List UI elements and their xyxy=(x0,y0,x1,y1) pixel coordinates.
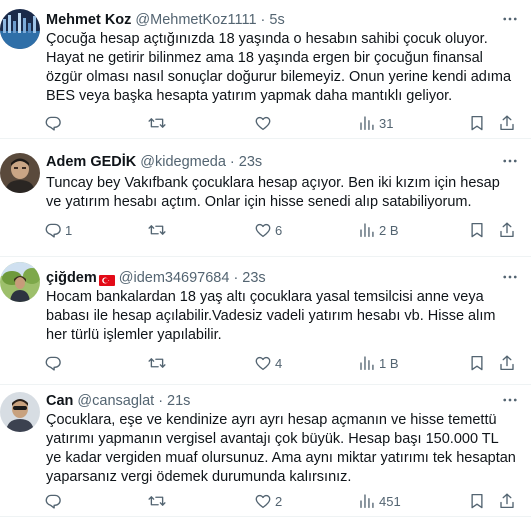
user-handle[interactable]: @cansaglat xyxy=(77,392,154,410)
separator-dot: · xyxy=(229,154,235,170)
timestamp[interactable]: 23s xyxy=(242,269,265,287)
bookmark-button[interactable] xyxy=(468,353,486,373)
tweet-actions: 4 1 B xyxy=(44,353,519,373)
share-button[interactable] xyxy=(498,220,516,240)
tweet[interactable]: Can @cansaglat · 21s Çocuklara, eşe ve k… xyxy=(0,385,531,517)
bookmark-button[interactable] xyxy=(468,113,486,133)
share-button[interactable] xyxy=(498,113,516,133)
share-icon xyxy=(498,114,516,132)
like-icon xyxy=(254,354,272,372)
share-icon xyxy=(498,221,516,239)
tweet-header: Can @cansaglat · 21s xyxy=(46,392,491,410)
reply-button[interactable]: 1 xyxy=(44,220,72,240)
share-button[interactable] xyxy=(498,353,516,373)
views-button[interactable]: 31 xyxy=(358,113,393,133)
more-icon[interactable] xyxy=(501,152,519,170)
share-icon xyxy=(498,492,516,510)
bookmark-icon xyxy=(468,354,486,372)
bookmark-button[interactable] xyxy=(468,220,486,240)
retweet-icon xyxy=(148,114,166,132)
share-button[interactable] xyxy=(498,491,516,511)
like-button[interactable] xyxy=(254,113,275,133)
reply-count: 1 xyxy=(65,222,73,238)
user-handle[interactable]: @idem34697684 xyxy=(119,269,230,287)
tweet-text: Tuncay bey Vakıfbank çocuklara hesap açı… xyxy=(46,175,500,210)
more-icon[interactable] xyxy=(501,10,519,28)
bookmark-button[interactable] xyxy=(468,491,486,511)
display-name[interactable]: Adem GEDİK xyxy=(46,153,136,171)
retweet-icon xyxy=(148,492,166,510)
like-icon xyxy=(254,492,272,510)
bookmark-icon xyxy=(468,114,486,132)
user-handle[interactable]: @kidegmeda xyxy=(140,153,226,171)
retweet-button[interactable] xyxy=(148,353,169,373)
reply-icon xyxy=(44,114,62,132)
tweet-text: Hocam bankalardan 18 yaş altı çocuklara … xyxy=(46,289,496,343)
tweet[interactable]: Mehmet Koz @MehmetKoz1111 · 5s Çocuğa he… xyxy=(0,0,531,139)
display-name[interactable]: Can xyxy=(46,392,73,410)
bookmark-icon xyxy=(468,221,486,239)
tweet[interactable]: Adem GEDİK @kidegmeda · 23s Tuncay bey V… xyxy=(0,139,531,257)
view-count: 2 B xyxy=(379,222,399,238)
like-icon xyxy=(254,221,272,239)
views-button[interactable]: 1 B xyxy=(358,353,399,373)
display-name[interactable]: Mehmet Koz xyxy=(46,11,131,29)
timestamp[interactable]: 5s xyxy=(269,11,284,29)
more-icon[interactable] xyxy=(501,391,519,409)
avatar[interactable] xyxy=(0,9,40,49)
view-count: 1 B xyxy=(379,355,399,371)
retweet-icon xyxy=(148,354,166,372)
display-name[interactable]: çiğdem xyxy=(46,269,97,287)
retweet-button[interactable] xyxy=(148,220,169,240)
user-handle[interactable]: @MehmetKoz1111 xyxy=(135,11,256,29)
like-button[interactable]: 4 xyxy=(254,353,282,373)
tweet-header: Mehmet Koz @MehmetKoz1111 · 5s xyxy=(46,11,491,29)
turkish-flag-icon xyxy=(98,273,115,286)
avatar[interactable] xyxy=(0,262,40,302)
views-icon xyxy=(358,221,376,239)
like-icon xyxy=(254,114,272,132)
reply-icon xyxy=(44,354,62,372)
views-icon xyxy=(358,492,376,510)
tweet-text: Çocuğa hesap açtığınızda 18 yaşında o he… xyxy=(46,31,512,104)
reply-button[interactable] xyxy=(44,113,65,133)
like-count: 2 xyxy=(275,493,283,509)
like-count: 4 xyxy=(275,355,283,371)
reply-feed: Mehmet Koz @MehmetKoz1111 · 5s Çocuğa he… xyxy=(0,0,531,517)
views-button[interactable]: 2 B xyxy=(358,220,399,240)
like-count: 6 xyxy=(275,222,283,238)
reply-icon xyxy=(44,221,62,239)
tweet-actions: 2 451 xyxy=(44,491,519,511)
reply-button[interactable] xyxy=(44,491,65,511)
separator-dot: · xyxy=(260,12,266,28)
timestamp[interactable]: 21s xyxy=(167,392,190,410)
views-button[interactable]: 451 xyxy=(358,491,401,511)
bookmark-icon xyxy=(468,492,486,510)
retweet-button[interactable] xyxy=(148,491,169,511)
tweet-header: çiğdem @idem34697684 · 23s xyxy=(46,269,491,287)
avatar[interactable] xyxy=(0,153,40,193)
view-count: 451 xyxy=(379,493,401,509)
views-icon xyxy=(358,354,376,372)
view-count: 31 xyxy=(379,115,394,131)
like-button[interactable]: 6 xyxy=(254,220,282,240)
like-button[interactable]: 2 xyxy=(254,491,282,511)
tweet[interactable]: çiğdem @idem34697684 · 23s Hocam bankala… xyxy=(0,257,531,385)
share-icon xyxy=(498,354,516,372)
retweet-button[interactable] xyxy=(148,113,169,133)
tweet-actions: 1 6 2 B xyxy=(44,220,519,240)
separator-dot: · xyxy=(233,270,239,286)
tweet-actions: 31 xyxy=(44,113,519,133)
timestamp[interactable]: 23s xyxy=(239,153,262,171)
tweet-text: Çocuklara, eşe ve kendinize ayrı ayrı he… xyxy=(46,412,516,485)
views-icon xyxy=(358,114,376,132)
avatar[interactable] xyxy=(0,392,40,432)
more-icon[interactable] xyxy=(501,268,519,286)
separator-dot: · xyxy=(158,393,164,409)
reply-button[interactable] xyxy=(44,353,65,373)
retweet-icon xyxy=(148,221,166,239)
tweet-header: Adem GEDİK @kidegmeda · 23s xyxy=(46,153,491,171)
reply-icon xyxy=(44,492,62,510)
